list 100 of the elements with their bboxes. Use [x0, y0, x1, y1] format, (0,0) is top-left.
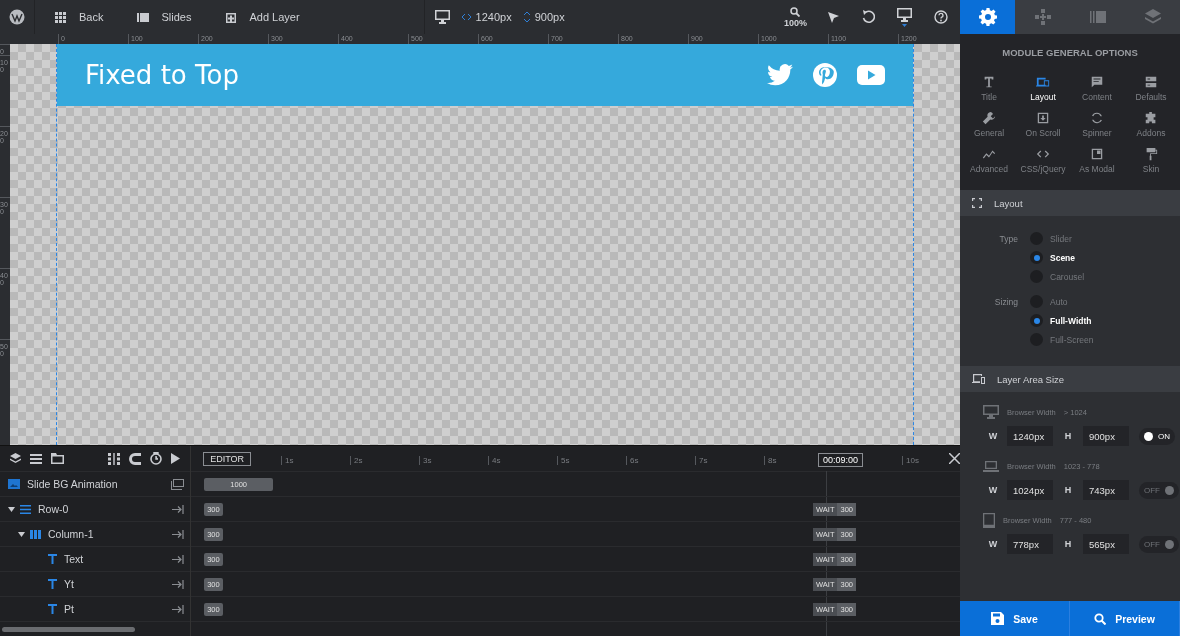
scrollbar[interactable]	[2, 627, 135, 632]
option-tab[interactable]: Skin	[1124, 147, 1178, 174]
help-icon[interactable]	[934, 10, 948, 24]
width-input[interactable]: 1240px	[1007, 426, 1053, 446]
layer-name: Column-1	[48, 528, 94, 540]
option-tab[interactable]: Defaults	[1124, 75, 1178, 102]
layer-name: Slide BG Animation	[27, 478, 118, 490]
radio-button[interactable]	[1030, 314, 1043, 327]
toolbar-button[interactable]: Back	[55, 11, 104, 23]
width-label: W	[987, 431, 999, 441]
option-tab[interactable]: Title	[962, 75, 1016, 102]
monitor-icon[interactable]	[434, 10, 450, 24]
images-icon[interactable]	[171, 478, 185, 490]
toggle-knob[interactable]	[1165, 485, 1174, 495]
tablet-icon	[983, 512, 995, 528]
paint-roller-icon	[1144, 147, 1158, 161]
layer-item[interactable]: Pt	[0, 597, 191, 622]
height-label: H	[1063, 485, 1073, 495]
height-label: H	[1063, 539, 1073, 549]
option-tab[interactable]: CSS/jQuery	[1016, 147, 1070, 174]
height-input[interactable]: 565px	[1083, 534, 1129, 554]
text-icon	[48, 604, 57, 614]
slides-icon	[137, 11, 150, 23]
play-icon[interactable]	[171, 453, 181, 464]
option-tab[interactable]: General	[962, 111, 1016, 138]
bird-icon	[767, 64, 793, 86]
toggle-knob[interactable]	[1165, 539, 1174, 549]
width-input[interactable]: 1024px	[1007, 480, 1053, 500]
toggle-switch[interactable]: ON	[1139, 427, 1175, 445]
radio-option[interactable]: Full-Width	[1030, 314, 1094, 327]
caret-icon[interactable]	[8, 506, 15, 512]
width-label: W	[987, 539, 999, 549]
comment-icon	[1090, 75, 1104, 89]
wordpress-logo-icon[interactable]	[9, 9, 25, 25]
folder-icon[interactable]	[51, 453, 64, 464]
section-title: Layer Area Size	[997, 373, 1065, 385]
layer-item[interactable]: Text	[0, 547, 191, 572]
arrow-to-end-icon[interactable]	[172, 604, 185, 614]
radio-button[interactable]	[1030, 251, 1043, 264]
height-arrows-icon	[523, 12, 530, 22]
canvas-height[interactable]: 900px	[523, 11, 565, 23]
toolbar-button[interactable]: Slides	[137, 11, 192, 23]
search-icon	[790, 6, 801, 17]
arrow-to-end-icon[interactable]	[172, 579, 185, 589]
layers-icon[interactable]	[10, 453, 21, 464]
option-tab[interactable]: On Scroll	[1016, 111, 1070, 138]
undo-icon[interactable]	[862, 10, 875, 24]
height-input[interactable]: 900px	[1083, 426, 1129, 446]
radio-option[interactable]: Scene	[1030, 251, 1085, 264]
text-icon	[48, 554, 57, 564]
image-icon	[8, 479, 20, 489]
option-tab[interactable]: Addons	[1124, 111, 1178, 138]
playhead-time[interactable]: 00:09:00	[818, 452, 864, 467]
panel-tab[interactable]	[960, 0, 1015, 34]
layer-item[interactable]: Yt	[0, 572, 191, 597]
wrench-icon	[982, 111, 996, 125]
list-icon[interactable]	[30, 453, 42, 464]
layer-name: Yt	[64, 578, 74, 590]
cursor-icon[interactable]	[827, 10, 840, 24]
arrow-to-end-icon[interactable]	[172, 529, 185, 539]
section-title: Layout	[994, 197, 1023, 209]
grid-icon[interactable]	[108, 452, 121, 465]
canvas-width[interactable]: 1240px	[461, 11, 512, 23]
width-label: W	[987, 485, 999, 495]
layer-item[interactable]: Column-1	[0, 522, 191, 547]
option-tab[interactable]: As Modal	[1070, 147, 1124, 174]
layer-name: Text	[64, 553, 84, 565]
zoom-button[interactable]: 100%	[783, 6, 807, 28]
editor-label[interactable]: EDITOR	[203, 451, 251, 466]
columns-icon	[30, 529, 41, 539]
arrow-to-end-icon[interactable]	[172, 504, 185, 514]
toolbar-button[interactable]: Add Layer	[225, 11, 300, 23]
window-icon	[1090, 147, 1104, 161]
toggle-knob[interactable]	[1144, 431, 1153, 441]
option-tab[interactable]: Spinner	[1070, 111, 1124, 138]
section-header[interactable]: Layout	[960, 190, 1180, 216]
text-icon	[48, 579, 57, 589]
layer-item[interactable]: Row-0	[0, 497, 191, 522]
section-header[interactable]: Layer Area Size	[960, 366, 1180, 392]
layout-icon	[1036, 75, 1050, 89]
height-input[interactable]: 743px	[1083, 480, 1129, 500]
layer-item[interactable]: Slide BG Animation	[0, 472, 191, 497]
arrow-to-end-icon[interactable]	[172, 554, 185, 564]
time-tick-label: 7s	[695, 455, 708, 465]
laptop-icon	[983, 460, 999, 472]
option-tab[interactable]: Content	[1070, 75, 1124, 102]
time-tick-label: 8s	[764, 455, 777, 465]
layer-name: Row-0	[38, 503, 69, 515]
field-label: Sizing	[993, 296, 1019, 309]
width-input[interactable]: 778px	[1007, 534, 1053, 554]
magnet-icon[interactable]	[129, 452, 142, 465]
stopwatch-icon[interactable]	[150, 452, 163, 465]
grid-icon	[55, 11, 67, 23]
caret-icon[interactable]	[18, 531, 25, 537]
option-tab[interactable]: Advanced	[962, 147, 1016, 174]
time-tick-label: 1s	[281, 455, 294, 465]
monitor-icon[interactable]	[897, 7, 912, 27]
list-icon	[1144, 75, 1158, 89]
close-icon[interactable]	[949, 453, 960, 464]
option-tab[interactable]: Layout	[1016, 75, 1070, 102]
